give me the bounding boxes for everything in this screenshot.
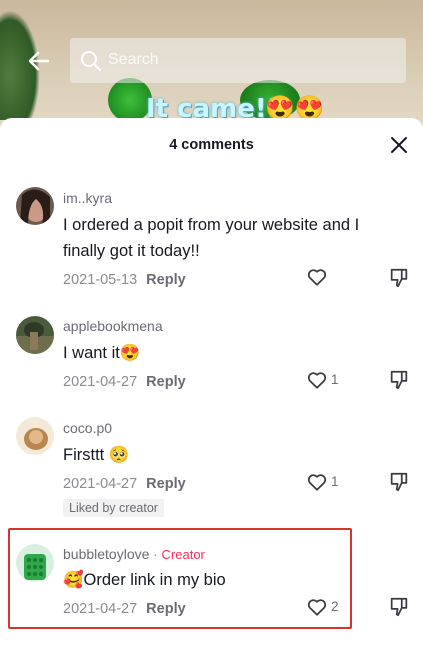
dislike-icon[interactable] <box>388 596 410 618</box>
comment-username[interactable]: coco.p0 <box>63 420 112 436</box>
highlight-box <box>8 528 352 629</box>
liked-by-creator-badge: Liked by creator <box>63 499 164 517</box>
dislike-icon[interactable] <box>388 471 410 493</box>
avatar-image <box>16 417 54 455</box>
close-button[interactable] <box>388 134 410 156</box>
comment-username[interactable]: im..kyra <box>63 190 112 206</box>
reply-button[interactable]: Reply <box>146 374 186 390</box>
arrow-left-icon <box>28 51 50 71</box>
comment-date: 2021-04-27 <box>63 476 138 492</box>
avatar-image <box>16 187 54 225</box>
avatar[interactable] <box>16 187 54 225</box>
comment-date: 2021-05-13 <box>63 272 138 288</box>
dislike-icon[interactable] <box>388 369 410 391</box>
avatar[interactable] <box>16 417 54 455</box>
search-input[interactable]: Search <box>70 38 406 83</box>
avatar[interactable] <box>16 316 54 354</box>
top-bar: Search <box>0 38 423 84</box>
comment-text: I ordered a popit from your website and … <box>63 216 360 260</box>
like-count: 1 <box>331 474 339 489</box>
comment-text: Firsttt 🥺 <box>63 446 130 464</box>
dislike-icon[interactable] <box>388 267 410 289</box>
comment-text: I want it😍 <box>63 344 141 362</box>
reply-button[interactable]: Reply <box>146 272 186 288</box>
close-icon <box>391 137 407 153</box>
comment-date: 2021-04-27 <box>63 374 138 390</box>
heart-icon[interactable] <box>306 471 328 493</box>
heart-icon[interactable] <box>306 266 328 288</box>
search-placeholder: Search <box>108 51 159 68</box>
comment-username[interactable]: applebookmena <box>63 318 163 334</box>
heart-icon[interactable] <box>306 369 328 391</box>
search-icon <box>81 51 102 72</box>
comment-meta: 2021-05-13 Reply <box>63 272 186 288</box>
avatar-image <box>16 316 54 354</box>
comment-meta: 2021-04-27 Reply <box>63 374 186 390</box>
like-count: 1 <box>331 372 339 387</box>
comment-meta: 2021-04-27 Reply <box>63 476 186 492</box>
comments-count-title: 4 comments <box>169 137 254 153</box>
back-button[interactable] <box>22 44 56 78</box>
reply-button[interactable]: Reply <box>146 476 186 492</box>
